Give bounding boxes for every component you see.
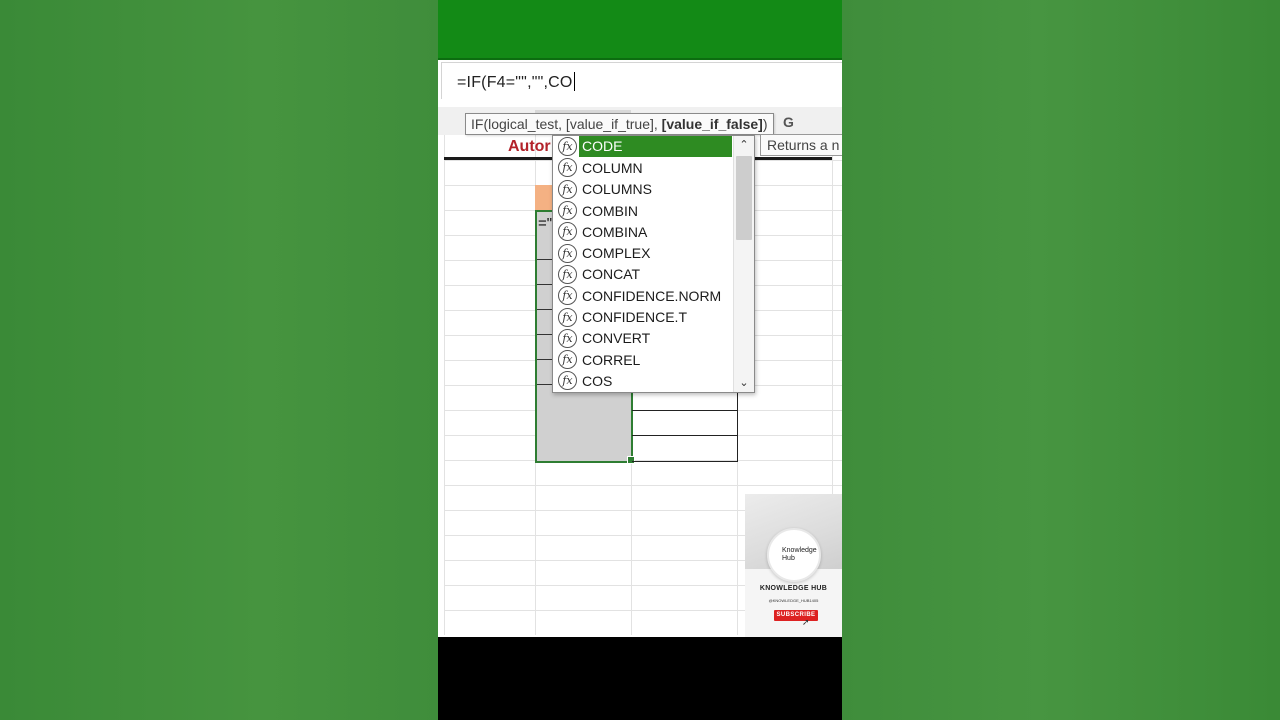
autocomplete-item[interactable]: fx CORREL: [553, 349, 733, 370]
function-signature-tooltip: IF(logical_test, [value_if_true], [value…: [465, 113, 774, 135]
fx-function-icon: fx: [558, 350, 577, 370]
fx-function-icon: fx: [558, 286, 577, 306]
scroll-down-arrow-icon[interactable]: ⌄: [734, 374, 754, 392]
autocomplete-item[interactable]: fx CODE: [553, 136, 733, 158]
fx-function-icon: fx: [558, 243, 577, 263]
fx-function-icon: fx: [558, 371, 577, 391]
subscribe-button[interactable]: SUBSCRIBE: [774, 610, 818, 621]
fx-function-icon: fx: [558, 222, 577, 242]
formula-bar[interactable]: =IF(F4="","",CO: [441, 62, 842, 100]
autocomplete-item[interactable]: fx CONFIDENCE.NORM: [553, 285, 733, 306]
autocomplete-item-label: COMPLEX: [582, 245, 651, 262]
autocomplete-item-label: CONVERT: [582, 330, 651, 347]
fx-function-icon: fx: [558, 328, 577, 348]
channel-name: KNOWLEDGE HUB: [759, 585, 828, 592]
fx-function-icon: fx: [558, 137, 577, 157]
fx-function-icon: fx: [558, 201, 577, 221]
channel-logo-text: Knowledge Hub: [782, 547, 817, 562]
fx-function-icon: fx: [558, 307, 577, 327]
background-left: [0, 0, 438, 720]
autocomplete-dropdown[interactable]: fx CODE fx COLUMN fx COLUMNS fx COMBIN fx COMBINA…: [552, 135, 755, 393]
channel-promo-card: Knowledge Hub KNOWLEDGE HUB @KNOWLEDGE_H…: [745, 494, 842, 637]
fx-function-icon: fx: [558, 158, 577, 178]
bottom-bar: [438, 637, 842, 720]
bordered-row: [632, 436, 737, 460]
sheet-title: Autor: [508, 138, 551, 155]
title-band: [438, 0, 842, 60]
active-cell-text[interactable]: =": [538, 215, 552, 232]
fx-function-icon: fx: [558, 179, 577, 199]
scroll-thumb[interactable]: [736, 156, 752, 240]
background-right: [842, 0, 1280, 720]
autocomplete-item-label: CODE: [579, 136, 732, 158]
autocomplete-item[interactable]: fx CONFIDENCE.T: [553, 306, 733, 327]
grid-col-line: [444, 135, 445, 635]
autocomplete-item-label: COLUMN: [582, 159, 643, 176]
autocomplete-item[interactable]: fx CONCAT: [553, 264, 733, 285]
autocomplete-item-label: COMBIN: [582, 202, 638, 219]
autocomplete-item[interactable]: fx COMBIN: [553, 200, 733, 221]
autocomplete-item[interactable]: fx COLUMNS: [553, 179, 733, 200]
bordered-cells[interactable]: [632, 385, 738, 462]
autocomplete-item[interactable]: fx COMBINA: [553, 221, 733, 242]
autocomplete-item[interactable]: fx COS: [553, 370, 733, 391]
scroll-up-arrow-icon[interactable]: ⌃: [734, 136, 754, 154]
autocomplete-item[interactable]: fx COMPLEX: [553, 242, 733, 263]
tooltip-overflow-char: G: [783, 114, 794, 130]
autocomplete-item-label: CORREL: [582, 351, 641, 368]
autocomplete-item[interactable]: fx CONVERT: [553, 328, 733, 349]
autocomplete-item[interactable]: fx COLUMN: [553, 157, 733, 178]
fx-function-icon: fx: [558, 264, 577, 284]
pointer-cursor-icon: ➚: [802, 617, 810, 627]
bordered-row: [632, 411, 737, 436]
formula-text[interactable]: =IF(F4="","",CO: [457, 72, 575, 92]
autocomplete-item-label: CONCAT: [582, 266, 641, 283]
grid-row-line: [444, 485, 842, 486]
autocomplete-item-label: CONFIDENCE.T: [582, 309, 687, 326]
formula-gap: [438, 99, 842, 107]
autocomplete-item-label: COLUMNS: [582, 181, 653, 198]
function-description-tip: Returns a n: [760, 134, 842, 156]
autocomplete-list[interactable]: fx CODE fx COLUMN fx COLUMNS fx COMBIN fx COMBINA…: [553, 136, 733, 392]
autocomplete-scrollbar[interactable]: ⌃ ⌄: [733, 136, 754, 392]
text-caret: [573, 72, 575, 91]
autocomplete-item-label: COS: [582, 372, 613, 389]
video-frame: =IF(F4="","",CO Autor =" G IF(logical_te…: [438, 0, 842, 720]
channel-handle: @KNOWLEDGE_HUB1405: [768, 598, 819, 603]
autocomplete-item-label: COMBINA: [582, 223, 648, 240]
autocomplete-item-label: CONFIDENCE.NORM: [582, 287, 722, 304]
